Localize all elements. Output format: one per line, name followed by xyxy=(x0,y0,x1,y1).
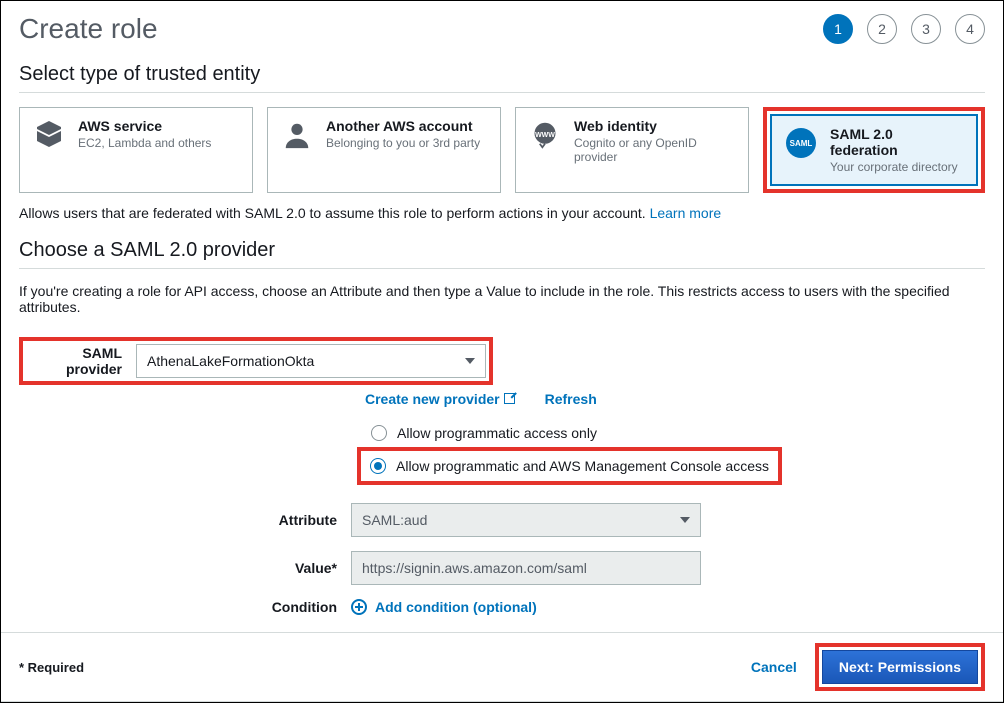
saml-provider-label: SAML provider xyxy=(26,345,136,377)
value-input: https://signin.aws.amazon.com/saml xyxy=(351,551,701,585)
user-icon xyxy=(280,118,314,152)
radio-programmatic-and-console[interactable]: Allow programmatic and AWS Management Co… xyxy=(364,454,775,478)
radio-label: Allow programmatic access only xyxy=(397,425,597,441)
provider-sublinks: Create new provider Refresh xyxy=(365,391,985,407)
tile-title: SAML 2.0 federation xyxy=(830,126,964,158)
step-1[interactable]: 1 xyxy=(823,14,853,44)
saml-provider-value: AthenaLakeFormationOkta xyxy=(147,353,314,369)
step-4[interactable]: 4 xyxy=(955,14,985,44)
step-3[interactable]: 3 xyxy=(911,14,941,44)
section-saml-provider-desc: If you're creating a role for API access… xyxy=(19,283,985,315)
tile-title: AWS service xyxy=(78,118,211,134)
page-title: Create role xyxy=(19,13,158,45)
step-2[interactable]: 2 xyxy=(867,14,897,44)
tile-subtitle: Cognito or any OpenID provider xyxy=(574,136,736,164)
tile-saml-federation[interactable]: SAML SAML 2.0 federation Your corporate … xyxy=(770,114,978,186)
section-saml-provider-title: Choose a SAML 2.0 provider xyxy=(19,239,985,262)
svg-text:WWW: WWW xyxy=(535,132,555,139)
refresh-link[interactable]: Refresh xyxy=(545,391,597,407)
header: Create role 1 2 3 4 xyxy=(19,13,985,45)
tile-subtitle: EC2, Lambda and others xyxy=(78,136,211,150)
tile-subtitle: Belonging to you or 3rd party xyxy=(326,136,480,150)
chevron-down-icon xyxy=(680,517,690,523)
create-new-provider-link[interactable]: Create new provider xyxy=(365,391,515,407)
tile-aws-account[interactable]: Another AWS account Belonging to you or … xyxy=(267,107,501,193)
create-role-page: Create role 1 2 3 4 Select type of trust… xyxy=(0,0,1004,703)
radio-icon xyxy=(370,458,386,474)
saml-icon: SAML xyxy=(784,126,818,160)
saml-form: SAML provider AthenaLakeFormationOkta Cr… xyxy=(19,337,985,615)
required-note: * Required xyxy=(19,660,84,675)
saml-provider-select[interactable]: AthenaLakeFormationOkta xyxy=(136,344,486,378)
highlight-saml-provider: SAML provider AthenaLakeFormationOkta xyxy=(19,337,493,385)
divider xyxy=(19,268,985,269)
next-permissions-button[interactable]: Next: Permissions xyxy=(822,650,978,684)
tile-aws-service[interactable]: AWS service EC2, Lambda and others xyxy=(19,107,253,193)
value-label: Value* xyxy=(19,560,351,576)
attribute-label: Attribute xyxy=(19,512,351,528)
footer: * Required Cancel Next: Permissions xyxy=(1,632,1003,702)
highlight-next: Next: Permissions xyxy=(815,643,985,691)
entity-description: Allows users that are federated with SAM… xyxy=(19,205,985,221)
tile-title: Another AWS account xyxy=(326,118,480,134)
divider xyxy=(19,92,985,93)
radio-programmatic-only[interactable]: Allow programmatic access only xyxy=(365,421,985,445)
cancel-button[interactable]: Cancel xyxy=(751,659,797,675)
add-condition-label: Add condition (optional) xyxy=(375,599,537,615)
tile-web-identity[interactable]: WWW Web identity Cognito or any OpenID p… xyxy=(515,107,749,193)
trusted-entity-tiles: AWS service EC2, Lambda and others Anoth… xyxy=(19,107,985,193)
external-link-icon xyxy=(504,393,515,404)
plus-circle-icon xyxy=(351,599,367,615)
learn-more-link[interactable]: Learn more xyxy=(650,205,722,221)
add-condition-button[interactable]: Add condition (optional) xyxy=(351,599,537,615)
highlight-radio-console: Allow programmatic and AWS Management Co… xyxy=(357,447,782,485)
attribute-value: SAML:aud xyxy=(362,512,427,528)
tile-title: Web identity xyxy=(574,118,736,134)
attribute-select: SAML:aud xyxy=(351,503,701,537)
tile-subtitle: Your corporate directory xyxy=(830,160,964,174)
chevron-down-icon xyxy=(465,358,475,364)
highlight-saml: SAML SAML 2.0 federation Your corporate … xyxy=(763,107,985,193)
section-trusted-entity-title: Select type of trusted entity xyxy=(19,63,985,86)
wizard-steps: 1 2 3 4 xyxy=(823,14,985,44)
cube-icon xyxy=(32,118,66,152)
desc-text: Allows users that are federated with SAM… xyxy=(19,205,650,221)
value-text: https://signin.aws.amazon.com/saml xyxy=(362,560,587,576)
radio-label: Allow programmatic and AWS Management Co… xyxy=(396,458,769,474)
globe-icon: WWW xyxy=(528,118,562,152)
radio-icon xyxy=(371,425,387,441)
condition-label: Condition xyxy=(19,599,351,615)
